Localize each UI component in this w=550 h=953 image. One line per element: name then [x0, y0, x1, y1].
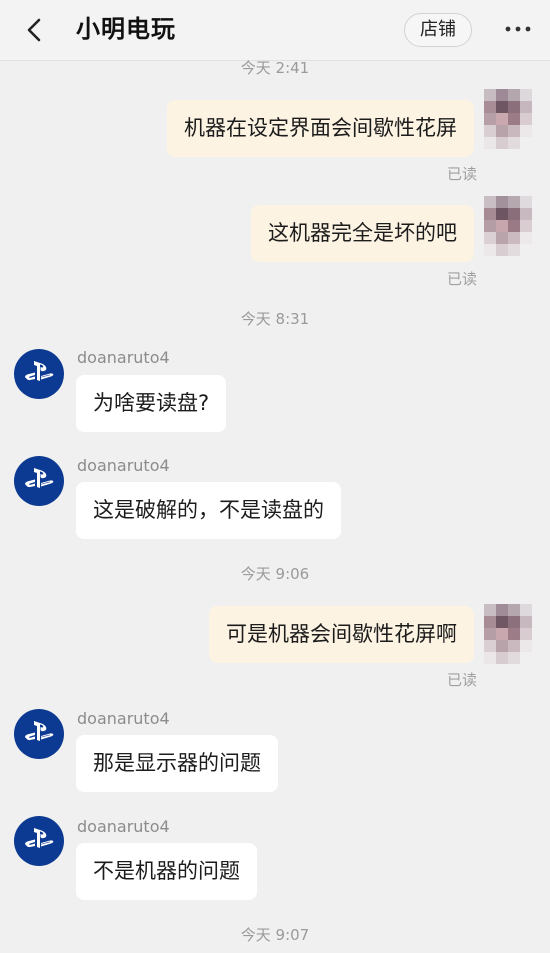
top-bar: 小明电玩 店铺 [0, 0, 550, 61]
seller-name: doanaruto4 [77, 456, 170, 475]
seller-name: doanaruto4 [77, 348, 170, 367]
seller-name: doanaruto4 [77, 709, 170, 728]
buyer-avatar[interactable] [484, 196, 532, 260]
message-bubble[interactable]: 不是机器的问题 [76, 843, 257, 900]
playstation-logo-icon [25, 361, 54, 381]
playstation-logo-icon [25, 828, 54, 848]
seller-avatar[interactable] [14, 456, 64, 506]
playstation-logo-icon [25, 721, 54, 741]
message-bubble[interactable]: 机器在设定界面会间歇性花屏 [167, 100, 474, 157]
chevron-left-icon[interactable] [22, 17, 48, 43]
message-bubble[interactable]: 为啥要读盘? [76, 375, 227, 432]
message-bubble[interactable]: 可是机器会间歇性花屏啊 [209, 606, 474, 663]
read-status: 已读 [446, 270, 477, 288]
playstation-logo-icon [25, 468, 54, 488]
timestamp: 今天 8:31 [240, 310, 310, 328]
timestamp: 今天 9:06 [240, 565, 310, 583]
store-button[interactable]: 店铺 [404, 13, 472, 47]
seller-name: doanaruto4 [77, 817, 170, 836]
buyer-avatar[interactable] [484, 604, 532, 668]
message-bubble[interactable]: 那是显示器的问题 [76, 735, 278, 792]
seller-avatar[interactable] [14, 709, 64, 759]
message-bubble[interactable]: 这是破解的，不是读盘的 [76, 482, 341, 539]
seller-avatar[interactable] [14, 349, 64, 399]
message-bubble[interactable]: 这机器完全是坏的吧 [251, 205, 474, 262]
read-status: 已读 [446, 165, 477, 183]
read-status: 已读 [446, 671, 477, 689]
more-dots-icon[interactable] [502, 14, 534, 44]
timestamp: 今天 2:41 [240, 59, 310, 77]
seller-avatar[interactable] [14, 816, 64, 866]
timestamp: 今天 9:07 [240, 926, 310, 944]
buyer-avatar[interactable] [484, 89, 532, 153]
page-title: 小明电玩 [76, 15, 176, 43]
